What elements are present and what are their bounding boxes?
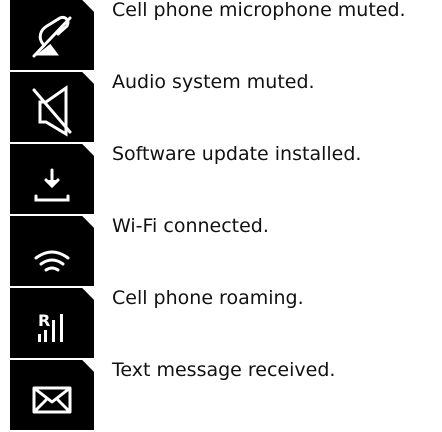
legend-row-roaming: R Cell phone roaming. (0, 287, 442, 360)
legend-label: Cell phone microphone muted. (112, 0, 406, 21)
legend-row-text-message: Text message received. (0, 359, 442, 432)
legend-row-microphone-muted: Cell phone microphone muted. (0, 0, 442, 72)
legend-label: Wi-Fi connected. (112, 215, 269, 237)
legend-label: Audio system muted. (112, 71, 315, 93)
legend-row-audio-muted: Audio system muted. (0, 71, 442, 144)
svg-text:R: R (38, 311, 50, 330)
download-icon (10, 144, 94, 214)
legend-label: Text message received. (112, 359, 336, 381)
envelope-icon (10, 360, 94, 430)
microphone-muted-icon (10, 0, 94, 70)
status-icon-legend: Cell phone microphone muted. Audio syste… (0, 0, 442, 430)
roaming-signal-icon: R (10, 288, 94, 358)
legend-row-wifi: Wi-Fi connected. (0, 215, 442, 288)
legend-label: Software update installed. (112, 143, 362, 165)
legend-row-software-update: Software update installed. (0, 143, 442, 216)
wifi-icon (10, 216, 94, 286)
speaker-muted-icon (10, 72, 94, 142)
legend-label: Cell phone roaming. (112, 287, 304, 309)
